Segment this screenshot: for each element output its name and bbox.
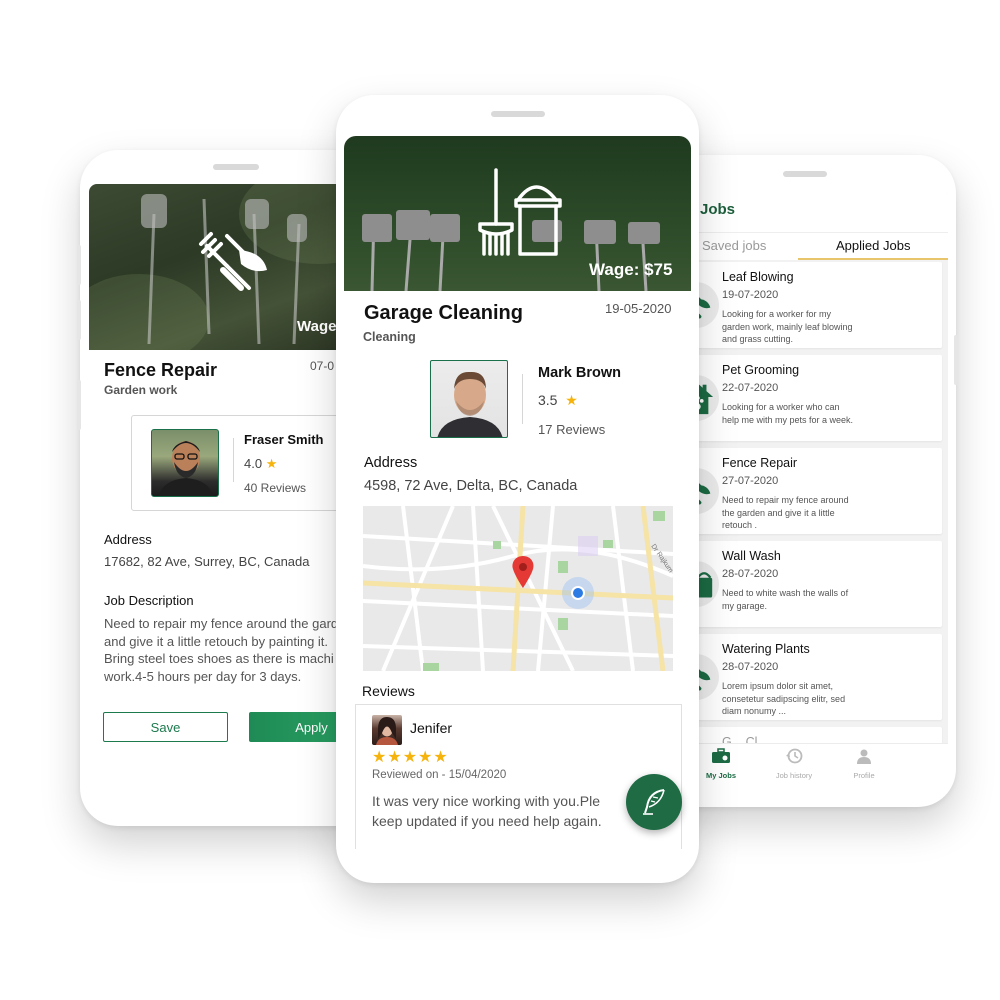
worker-avatar[interactable]: [430, 360, 508, 438]
job-title: Garage Cleaning: [364, 302, 523, 324]
nav-my-jobs[interactable]: My Jobs: [691, 748, 751, 780]
list-item[interactable]: Fence Repair 27-07-2020 Need to repair m…: [657, 448, 942, 534]
tab-saved-jobs[interactable]: Saved jobs: [702, 238, 766, 253]
map-illustration: Dr Rajkum: [363, 506, 673, 671]
phone-center: Wage: $75 Garage Cleaning 19-05-2020 Cle…: [336, 95, 699, 883]
garden-tools-icon: [199, 232, 267, 291]
job-date: 19-07-2020: [722, 289, 779, 301]
worker-card[interactable]: Fraser Smith 4.0 ★ 40 Reviews: [131, 415, 361, 511]
list-item[interactable]: Wall Wash 28-07-2020 Need to white wash …: [657, 541, 942, 627]
speaker-grille: [213, 164, 259, 170]
review-card: Jenifer ★★★★★ Reviewed on - 15/04/2020 I…: [355, 704, 682, 849]
job-detail-screen: Wage: $75 Garage Cleaning 19-05-2020 Cle…: [344, 136, 691, 849]
briefcase-icon: [712, 748, 730, 763]
job-title: Wall Wash: [722, 549, 781, 563]
cleaning-bucket-icon: [478, 168, 562, 256]
list-item[interactable]: Leaf Blowing 19-07-2020 Looking for a wo…: [657, 262, 942, 348]
tab-applied-jobs[interactable]: Applied Jobs: [836, 238, 910, 253]
address-value: 4598, 72 Ave, Delta, BC, Canada: [364, 478, 578, 494]
nav-label: Job history: [775, 771, 813, 780]
job-description-label: Job Description: [104, 593, 194, 608]
card-divider: [233, 438, 234, 482]
address-label: Address: [104, 532, 152, 547]
phone-left: Wage: Fence Repair 07-0 Garden work Fras…: [77, 150, 380, 826]
job-description: Looking for a worker for my garden work,…: [722, 309, 853, 344]
job-date: 22-07-2020: [722, 382, 779, 394]
worker-name: Fraser Smith: [244, 432, 324, 447]
speaker-grille: [491, 111, 545, 117]
reviews-section-label: Reviews: [362, 683, 415, 699]
star-icon: ★: [265, 456, 278, 471]
active-tab-indicator: [798, 258, 948, 260]
job-title: Pet Grooming: [722, 363, 800, 377]
wage-label: Wage: $75: [589, 260, 673, 279]
job-date: 27-07-2020: [722, 475, 779, 487]
reviewer-name: Jenifer: [410, 720, 453, 736]
job-category: Cleaning: [363, 330, 416, 344]
address-value: 17682, 82 Ave, Surrey, BC, Canada: [104, 554, 310, 569]
location-map[interactable]: Dr Rajkum: [363, 506, 673, 671]
wage-label: Wage:: [297, 318, 342, 335]
review-text: It was very nice working with you.Ple ke…: [372, 793, 602, 829]
job-description: Need to repair my fence around the gard …: [104, 616, 339, 684]
job-title: Fence Repair: [722, 456, 798, 470]
page-title: Jobs: [700, 201, 736, 218]
worker-name: Mark Brown: [538, 365, 621, 381]
nav-label: My Jobs: [705, 771, 736, 780]
job-date: 28-07-2020: [722, 661, 779, 673]
worker-reviews-count: 40 Reviews: [244, 481, 307, 495]
job-description: Need to repair my fence around the garde…: [722, 495, 849, 530]
address-label: Address: [364, 455, 418, 471]
save-button[interactable]: Save: [103, 712, 228, 742]
job-date: 07-0: [310, 359, 335, 373]
job-title: Leaf Blowing: [722, 270, 794, 284]
list-item[interactable]: Pet Grooming 22-07-2020 Looking for a wo…: [657, 355, 942, 441]
worker-avatar: [151, 429, 219, 497]
reviewer-avatar: [372, 715, 402, 745]
job-hero-image: Wage: $75: [344, 136, 691, 291]
history-icon: [786, 748, 803, 764]
rating-value: 3.5: [538, 392, 558, 408]
worker-rating: 4.0 ★: [244, 456, 277, 472]
list-item[interactable]: Watering Plants 28-07-2020 Lorem ipsum d…: [657, 634, 942, 720]
job-date: 28-07-2020: [722, 568, 779, 580]
job-description: Need to white wash the walls of my garag…: [722, 588, 849, 611]
worker-rating: 3.5 ★: [538, 392, 578, 409]
card-divider: [522, 374, 523, 424]
job-title: Watering Plants: [722, 642, 810, 656]
write-review-button[interactable]: [626, 774, 682, 830]
feather-pen-icon: [643, 789, 665, 815]
nav-label: Profile: [853, 771, 875, 780]
star-icon: ★: [565, 392, 578, 408]
volume-button: [77, 300, 81, 340]
job-description: Lorem ipsum dolor sit amet, consetetur s…: [722, 681, 846, 716]
job-title: Fence Repair: [104, 360, 218, 380]
volume-button: [77, 245, 81, 285]
person-icon: [857, 749, 871, 764]
job-description: Looking for a worker who can help me wit…: [722, 402, 854, 425]
power-button: [77, 380, 81, 430]
review-date: Reviewed on - 15/04/2020: [372, 769, 507, 781]
worker-reviews-count: 17 Reviews: [538, 422, 606, 437]
nav-job-history[interactable]: Job history: [764, 748, 824, 780]
job-detail-screen: Wage: Fence Repair 07-0 Garden work Fras…: [89, 184, 371, 794]
job-hero-image: Wage:: [89, 184, 371, 350]
power-button: [954, 335, 958, 385]
review-stars: ★★★★★: [372, 749, 449, 766]
rating-value: 4.0: [244, 456, 263, 471]
speaker-grille: [783, 171, 827, 177]
nav-profile[interactable]: Profile: [834, 748, 894, 780]
job-date: 19-05-2020: [605, 301, 672, 316]
job-category: Garden work: [104, 383, 178, 397]
